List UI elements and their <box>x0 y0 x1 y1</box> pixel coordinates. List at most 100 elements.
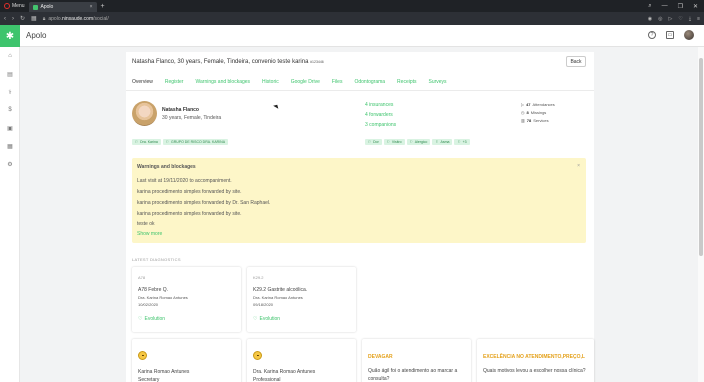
tag-dra-karina[interactable]: ⚐ Dra. Karina <box>132 139 161 145</box>
warnings-title: Warnings and blockages <box>137 164 196 170</box>
forward-nav-icon[interactable]: › <box>12 16 14 22</box>
survey-card: DEVAGAR Quão ágil foi o atendimento ao m… <box>362 339 471 382</box>
insurances-link[interactable]: 4 insurances <box>365 102 396 108</box>
browser-menu-label: Menu <box>12 3 25 9</box>
tab-close-icon[interactable]: × <box>90 4 93 10</box>
tab-odontograma[interactable]: Odontograma <box>354 79 385 85</box>
reload-icon[interactable]: ↻ <box>20 15 25 22</box>
tab-historic[interactable]: Historic <box>262 79 279 85</box>
side-navigation: ⌂ ▤ ⚕ $ ▣ ▦ ⚙ <box>0 47 20 382</box>
tag-asma[interactable]: ⚐ Asma <box>432 139 453 145</box>
tag-label: Dor <box>373 140 379 144</box>
tag-label: Alergico <box>414 140 428 144</box>
tag-icon: ⚐ <box>435 140 439 144</box>
forwarders-link[interactable]: 4 forwarders <box>365 112 396 118</box>
tag-dor[interactable]: ⚐ Dor <box>365 139 382 145</box>
camera-icon[interactable]: ◉ <box>648 16 652 22</box>
tag-icon: ⚐ <box>457 140 461 144</box>
browser-menu-button[interactable]: Menu <box>0 0 29 12</box>
url-field[interactable]: 🔒︎ apolo.ninsaude.com/social/ <box>43 16 109 22</box>
tag-icon: ⚐ <box>135 140 139 144</box>
diagnostic-doctor: Dra. Karina Romao Antunes <box>138 295 188 300</box>
window-close-icon[interactable]: ✕ <box>693 3 698 10</box>
companions-link[interactable]: 3 companions <box>365 122 396 128</box>
tag-icon: ⚐ <box>386 140 390 144</box>
tab-favicon-icon <box>32 4 38 10</box>
scrollbar-thumb[interactable] <box>699 58 703 256</box>
window-minimize-icon[interactable]: — <box>662 3 668 10</box>
patient-stats: ▷ 47 Attendances ◷ 8 Missings ▥ 78 Services <box>521 102 555 123</box>
home-icon[interactable]: ⌂ <box>6 52 14 60</box>
play-icon[interactable]: ▷ <box>669 16 673 22</box>
warning-item: karina procedimento simples forwarded by… <box>137 200 271 206</box>
window-maximize-icon[interactable]: ❐ <box>678 3 683 10</box>
url-prefix: apolo. <box>48 15 62 22</box>
evolution-link[interactable]: ♡ Evolution <box>138 316 165 322</box>
patients-icon[interactable]: ⚕ <box>6 88 14 96</box>
new-tab-button[interactable]: + <box>97 3 109 10</box>
chat-icon[interactable]: ▭ <box>666 31 674 39</box>
stat-label: Missings <box>530 110 547 115</box>
stock-icon[interactable]: ▣ <box>6 124 14 132</box>
tag-more[interactable]: ⚐ +3 <box>454 139 470 145</box>
apolo-logo-icon[interactable]: ✱ <box>0 25 20 47</box>
tag-label: +3 <box>462 140 467 144</box>
clock-icon: ◷ <box>521 110 525 115</box>
tab-receipts[interactable]: Receipts <box>397 79 416 85</box>
rating-card-secretary: Karina Romao Antunes Secretary <box>132 339 241 382</box>
survey-question: Quão ágil foi o atendimento ao marcar a … <box>368 368 458 382</box>
warnings-close-icon[interactable]: × <box>577 163 580 169</box>
evolution-label: Evolution <box>144 316 166 322</box>
tab-google-drive[interactable]: Google Drive <box>291 79 320 85</box>
stat-value: 78 <box>526 118 532 123</box>
diagnostic-name: K29.2 Gastrite alcoólica. <box>253 287 308 293</box>
tag-alergico[interactable]: ⚐ Alergico <box>406 139 431 145</box>
tag-icon: ⚐ <box>409 140 413 144</box>
play-icon: ▷ <box>521 102 525 107</box>
diagnostic-card: K29.2 K29.2 Gastrite alcoólica. Dra. Kar… <box>247 267 356 332</box>
calendar-icon[interactable]: ▤ <box>6 70 14 78</box>
stat-value: 8 <box>526 110 529 115</box>
survey-question: Quais motivos levou a escolher nossa clí… <box>483 368 586 374</box>
vpn-icon[interactable]: ◎ <box>658 16 662 22</box>
tab-files[interactable]: Files <box>332 79 343 85</box>
help-icon[interactable]: ? <box>648 31 656 39</box>
tab-overview[interactable]: Overview <box>132 79 153 85</box>
tab-register[interactable]: Register <box>165 79 184 85</box>
back-nav-icon[interactable]: ‹ <box>4 16 6 22</box>
patient-links: 4 insurances 4 forwarders 3 companions <box>365 102 396 128</box>
warning-item: Last visit at 19/11/2020 to accompanimen… <box>137 178 232 184</box>
heart-icon[interactable]: ♡ <box>678 16 682 22</box>
speed-dial-icon[interactable]: ▦ <box>31 15 37 22</box>
finance-icon[interactable]: $ <box>6 106 14 114</box>
patient-info: 30 years, Female, Tindeira <box>162 115 222 121</box>
browser-tab-title: Apolo <box>40 4 54 10</box>
show-more-link[interactable]: Show more <box>137 231 162 237</box>
stat-value: 47 <box>526 102 531 107</box>
tab-warnings[interactable]: Warnings and blockages <box>195 79 250 85</box>
patient-tags-left: ⚐ Dra. Karina ⚐ GRUPO DE RISCO DRA. KARINA <box>132 139 229 145</box>
diagnostic-code: K29.2 <box>253 275 264 280</box>
settings-gear-icon[interactable]: ⚙ <box>6 160 14 168</box>
address-bar-tools: ◉ ◎ ▷ ♡ ⤓ ≡ <box>648 16 700 22</box>
url-domain: ninsaude.com <box>62 15 94 22</box>
warning-item: teste ok <box>137 221 155 227</box>
survey-answer: EXCELÊNCIA NO ATENDIMENTO,PREÇO,L <box>483 354 585 360</box>
extensions-icon[interactable]: ≡ <box>697 16 700 22</box>
browser-tab-apolo[interactable]: Apolo × <box>28 2 97 12</box>
user-avatar[interactable] <box>684 30 694 40</box>
back-button[interactable]: Back <box>566 56 586 67</box>
opera-logo-icon <box>4 3 10 9</box>
tab-surveys[interactable]: Surveys <box>429 79 447 85</box>
tag-grupo-risco[interactable]: ⚐ GRUPO DE RISCO DRA. KARINA <box>162 139 229 145</box>
tag-visitro[interactable]: ⚐ Visitro <box>383 139 405 145</box>
browser-search-icon[interactable]: ⌕ <box>648 3 651 10</box>
url-path: /social/ <box>93 15 109 22</box>
tag-label: Asma <box>440 140 450 144</box>
reports-icon[interactable]: ▦ <box>6 142 14 150</box>
download-icon[interactable]: ⤓ <box>689 16 691 22</box>
tag-label: GRUPO DE RISCO DRA. KARINA <box>170 140 226 144</box>
evolution-link[interactable]: ♡ Evolution <box>253 316 280 322</box>
warning-item: karina procedimento simples forwarded by… <box>137 189 242 195</box>
diagnostic-date: 09/18/2020 <box>253 302 274 307</box>
